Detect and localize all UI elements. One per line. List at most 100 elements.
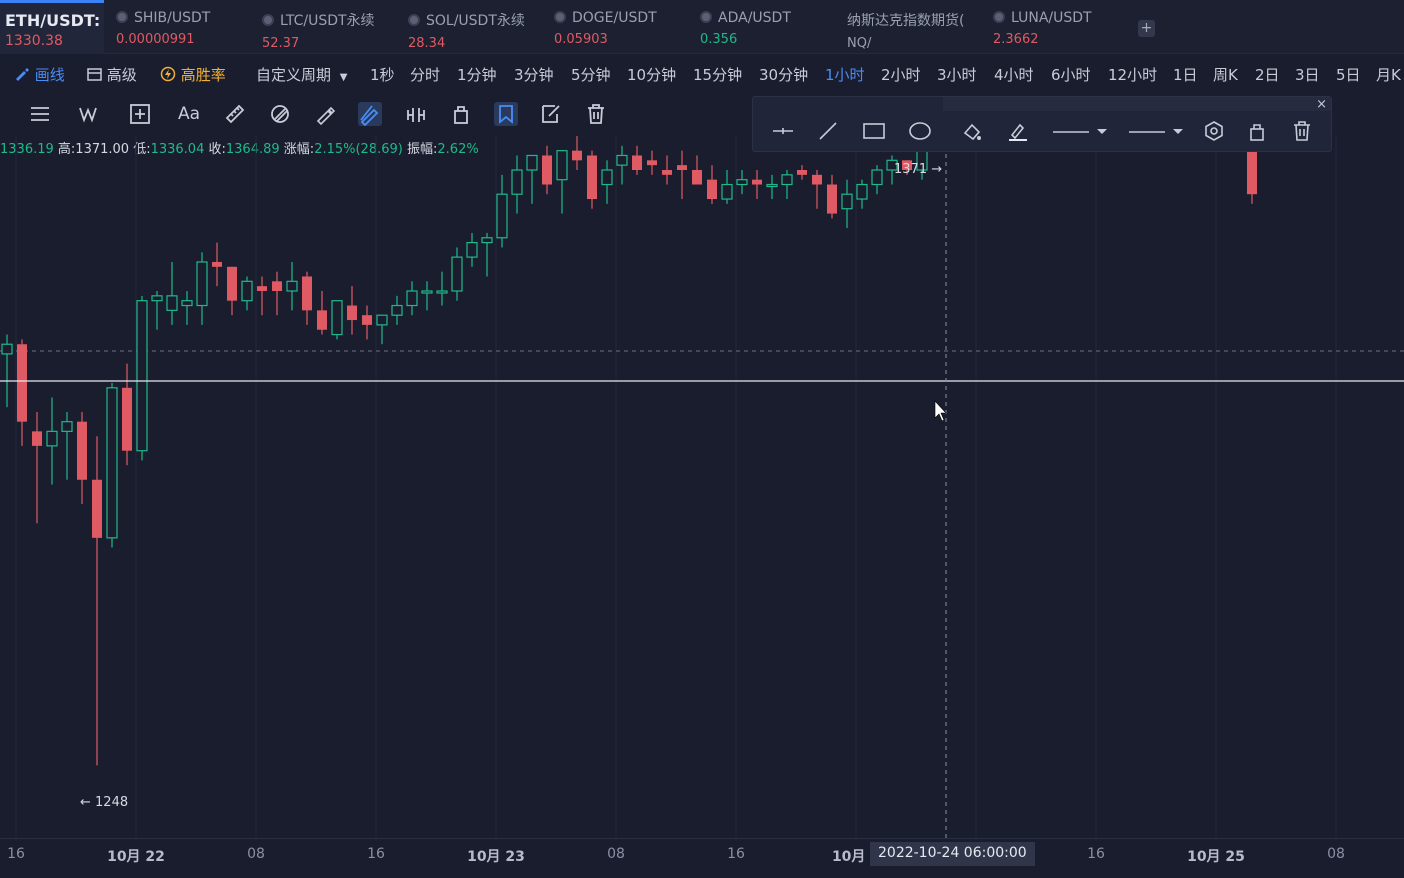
- candle[interactable]: [212, 242, 222, 287]
- candle[interactable]: [436, 271, 448, 306]
- candle[interactable]: [556, 150, 568, 214]
- candle[interactable]: [466, 232, 478, 267]
- candle[interactable]: [92, 436, 102, 766]
- color-fill-icon[interactable]: [960, 119, 984, 143]
- candle[interactable]: [841, 179, 853, 229]
- candle[interactable]: [106, 382, 118, 548]
- trend-line-icon[interactable]: [816, 119, 840, 143]
- rectangle-icon[interactable]: [862, 119, 886, 143]
- candle[interactable]: [227, 266, 237, 316]
- period-item[interactable]: 1小时: [825, 64, 865, 85]
- win-rate-button[interactable]: 高胜率: [160, 64, 226, 85]
- candle[interactable]: [542, 145, 552, 195]
- candle[interactable]: [46, 397, 58, 485]
- wave-tool-icon[interactable]: [78, 102, 102, 126]
- period-item[interactable]: 2日: [1255, 64, 1280, 85]
- candle[interactable]: [181, 291, 193, 325]
- candle[interactable]: [662, 155, 672, 185]
- settings-icon[interactable]: [1202, 119, 1226, 143]
- candle[interactable]: [797, 165, 807, 180]
- toolbar-drag-handle[interactable]: [943, 97, 1331, 111]
- bookmark-tool-icon[interactable]: [494, 102, 518, 126]
- period-item[interactable]: 3分钟: [514, 64, 554, 85]
- candle[interactable]: [827, 174, 837, 219]
- candle[interactable]: [196, 252, 208, 325]
- period-item[interactable]: 10分钟: [627, 64, 676, 85]
- period-item[interactable]: 30分钟: [759, 64, 808, 85]
- candle[interactable]: [721, 170, 733, 204]
- candle[interactable]: [692, 155, 702, 185]
- period-item[interactable]: 4小时: [994, 64, 1034, 85]
- candle[interactable]: [572, 136, 582, 170]
- candle[interactable]: [526, 154, 538, 204]
- candle[interactable]: [856, 179, 868, 209]
- candle[interactable]: [376, 314, 388, 345]
- period-item[interactable]: 分时: [410, 64, 440, 85]
- candle[interactable]: [122, 363, 132, 466]
- period-item[interactable]: 5分钟: [571, 64, 611, 85]
- candle[interactable]: [136, 295, 148, 461]
- candle[interactable]: [766, 174, 778, 200]
- period-item[interactable]: 1日: [1173, 64, 1198, 85]
- period-item[interactable]: 15分钟: [693, 64, 742, 85]
- measure-tool-icon[interactable]: [128, 102, 152, 126]
- line-color-icon[interactable]: [1006, 119, 1030, 143]
- candle[interactable]: [632, 145, 642, 175]
- line-width-dropdown[interactable]: [1051, 119, 1109, 143]
- candle[interactable]: [406, 281, 418, 316]
- candle[interactable]: [871, 165, 883, 195]
- candle[interactable]: [331, 300, 343, 340]
- candle[interactable]: [17, 339, 27, 446]
- ticker-tab-eth[interactable]: ETH/USDT: 1330.38: [0, 0, 104, 54]
- ellipse-icon[interactable]: [908, 119, 932, 143]
- candle[interactable]: [677, 150, 687, 200]
- eraser-tool-icon[interactable]: [268, 102, 292, 126]
- candle[interactable]: [77, 412, 87, 504]
- ruler-tool-icon[interactable]: [223, 102, 247, 126]
- lines-tool-icon[interactable]: [28, 102, 52, 126]
- candle[interactable]: [647, 150, 657, 175]
- ticker-tab-luna[interactable]: LUNA/USDT 2.3662: [993, 0, 1129, 54]
- lock-icon[interactable]: [1245, 119, 1269, 143]
- add-tab-button[interactable]: +: [1138, 20, 1155, 37]
- candle[interactable]: [481, 232, 493, 277]
- candle[interactable]: [257, 276, 267, 316]
- candle[interactable]: [61, 412, 73, 480]
- candle[interactable]: [752, 170, 762, 200]
- delete-icon[interactable]: [1290, 119, 1314, 143]
- trash-tool-icon[interactable]: [584, 102, 608, 126]
- candle[interactable]: [317, 291, 327, 335]
- edit-tool-icon[interactable]: [539, 102, 563, 126]
- period-item[interactable]: 12小时: [1108, 64, 1157, 85]
- candle[interactable]: [587, 150, 597, 209]
- ticker-tab-doge[interactable]: DOGE/USDT 0.05903: [554, 0, 690, 54]
- candle[interactable]: [601, 160, 613, 204]
- candle[interactable]: [272, 271, 282, 316]
- period-item[interactable]: 3日: [1295, 64, 1320, 85]
- magnet-tool-icon[interactable]: [404, 102, 428, 126]
- pencil-tool-icon[interactable]: [313, 102, 337, 126]
- period-item[interactable]: 1分钟: [457, 64, 497, 85]
- candle[interactable]: [736, 170, 748, 195]
- candle[interactable]: [391, 295, 403, 325]
- candle[interactable]: [286, 261, 298, 311]
- period-item[interactable]: 6小时: [1051, 64, 1091, 85]
- ticker-tab-ada[interactable]: ADA/USDT 0.356: [700, 0, 836, 54]
- period-item[interactable]: 3小时: [937, 64, 977, 85]
- ticker-tab-nq[interactable]: 纳斯达克指数期货( NQ/: [847, 0, 983, 54]
- candle[interactable]: [616, 145, 628, 185]
- ticker-tab-sol[interactable]: SOL/USDT永续 28.34: [408, 0, 544, 54]
- lock-tool-icon[interactable]: [449, 102, 473, 126]
- candlestick-chart[interactable]: 1371 → ← 1248: [0, 134, 1404, 838]
- candle[interactable]: [812, 170, 822, 209]
- text-tool-icon[interactable]: Aa: [178, 102, 208, 126]
- candle[interactable]: [421, 281, 433, 311]
- candle[interactable]: [707, 165, 717, 204]
- candle[interactable]: [347, 286, 357, 335]
- candle[interactable]: [302, 271, 312, 325]
- line-style-dropdown[interactable]: [1127, 119, 1185, 143]
- period-item[interactable]: 1秒: [370, 64, 395, 85]
- ticker-tab-shib[interactable]: SHIB/USDT 0.00000991: [116, 0, 252, 54]
- candle[interactable]: [166, 261, 178, 325]
- candle[interactable]: [511, 155, 523, 214]
